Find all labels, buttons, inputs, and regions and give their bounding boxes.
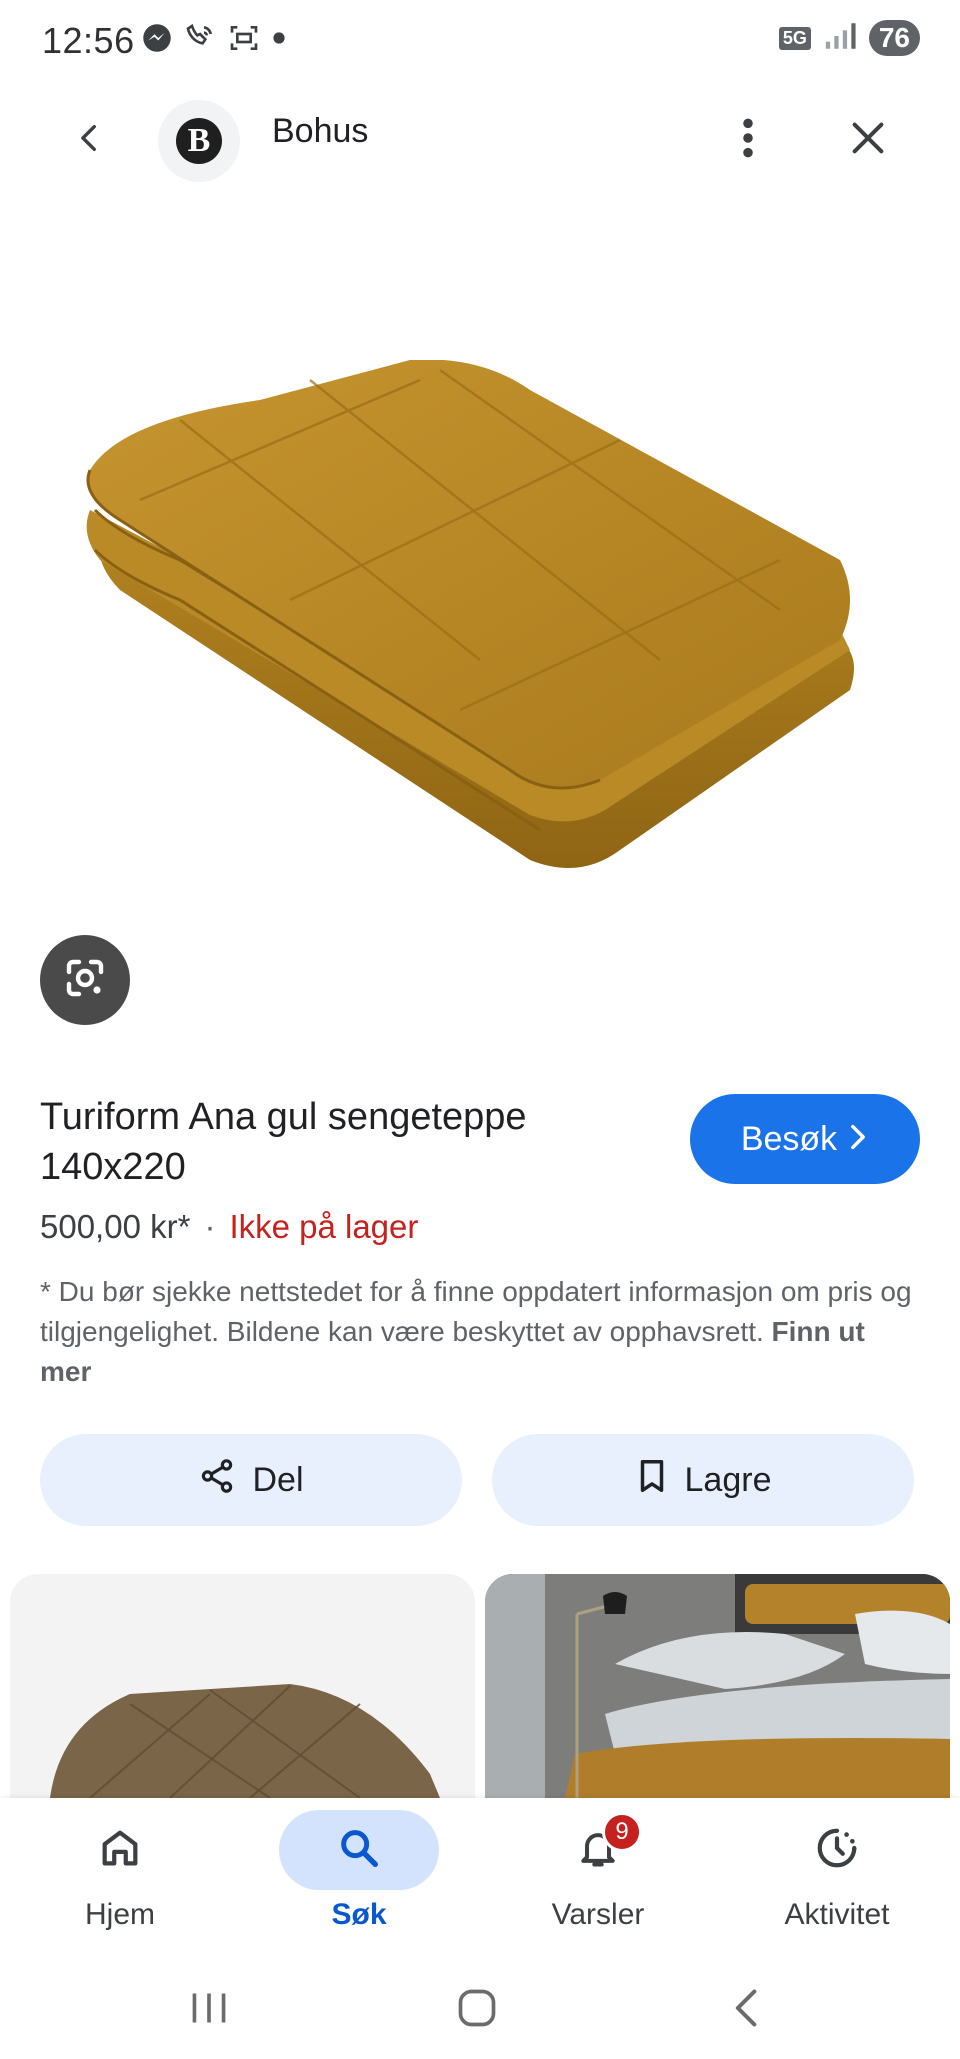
status-bar: 12:56 5G 76 — [0, 0, 960, 84]
disclaimer: * Du bør sjekke nettstedet for å finne o… — [40, 1272, 920, 1392]
brown-blanket-thumbnail — [50, 1684, 440, 1798]
lens-button[interactable] — [40, 935, 130, 1025]
home-square-icon — [455, 1986, 499, 2035]
5g-icon: 5G — [778, 26, 811, 50]
back-chevron-icon — [727, 1986, 767, 2035]
chevron-right-icon — [847, 1120, 869, 1159]
notification-badge: 9 — [602, 1812, 642, 1852]
back-system-button[interactable] — [712, 1980, 782, 2040]
nav-item-notifications[interactable]: 9 Varsler — [498, 1810, 698, 1950]
home-icon — [97, 1825, 143, 1876]
nav-label-notifications: Varsler — [551, 1898, 645, 1931]
save-button[interactable]: Lagre — [492, 1434, 914, 1526]
nav-label-activity: Aktivitet — [784, 1898, 890, 1931]
site-logo-letter: B — [176, 118, 222, 164]
nav-icon-container — [279, 1810, 439, 1890]
nav-icon-container — [757, 1810, 917, 1890]
system-status-icons: 5G 76 — [778, 20, 920, 56]
price-row: 500,00 kr* · Ikke på lager — [40, 1208, 418, 1246]
product-title: Turiform Ana gul sengeteppe 140x220 — [40, 1096, 527, 1188]
screenshot-icon — [228, 22, 260, 59]
nav-label-search: Søk — [331, 1898, 387, 1931]
share-icon — [198, 1457, 236, 1504]
more-options-button[interactable] — [720, 108, 776, 172]
back-button[interactable] — [62, 112, 118, 168]
top-bar: B Bohus — [0, 84, 960, 196]
bookmark-icon — [635, 1457, 669, 1504]
recents-icon — [187, 1988, 231, 2033]
bottom-navigation: Hjem Søk 9 Varsler Aktivitet — [0, 1798, 960, 1958]
nav-item-home[interactable]: Hjem — [20, 1810, 220, 1950]
related-product-card[interactable] — [485, 1574, 950, 1798]
share-button[interactable]: Del — [40, 1434, 462, 1526]
status-time: 12:56 — [42, 20, 135, 61]
product-image[interactable] — [60, 359, 900, 890]
google-lens-icon — [61, 954, 109, 1007]
save-label: Lagre — [684, 1460, 772, 1499]
wifi-call-icon — [184, 22, 216, 59]
bedroom-scene-thumbnail — [485, 1574, 950, 1798]
site-name: Bohus — [272, 112, 369, 150]
visit-button[interactable]: Besøk — [690, 1094, 920, 1184]
messenger-icon — [142, 23, 172, 58]
back-arrow-icon — [73, 121, 107, 160]
system-navigation-bar — [0, 1958, 960, 2059]
dot-icon — [272, 31, 286, 50]
battery-icon: 76 — [868, 20, 920, 56]
share-label: Del — [252, 1460, 304, 1499]
notification-icons — [142, 22, 286, 59]
site-logo[interactable]: B — [158, 100, 240, 182]
nav-item-activity[interactable]: Aktivitet — [737, 1810, 937, 1950]
related-product-card[interactable] — [10, 1574, 475, 1798]
nav-item-search[interactable]: Søk — [259, 1810, 459, 1950]
close-button[interactable] — [836, 108, 900, 172]
home-system-button[interactable] — [442, 1980, 512, 2040]
recents-button[interactable] — [174, 1980, 244, 2040]
visit-label: Besøk — [740, 1119, 838, 1158]
nav-label-home: Hjem — [84, 1898, 155, 1931]
folded-blanket-illustration — [86, 359, 854, 868]
close-icon — [848, 118, 888, 163]
signal-icon — [823, 21, 857, 56]
activity-icon — [814, 1825, 860, 1876]
stock-status: Ikke på lager — [229, 1208, 419, 1245]
product-price: 500,00 kr* — [40, 1208, 191, 1245]
nav-icon-container — [40, 1810, 200, 1890]
separator: · — [204, 1208, 216, 1245]
nav-icon-container: 9 — [518, 1810, 678, 1890]
search-icon — [336, 1825, 382, 1876]
more-vert-icon — [741, 116, 755, 165]
